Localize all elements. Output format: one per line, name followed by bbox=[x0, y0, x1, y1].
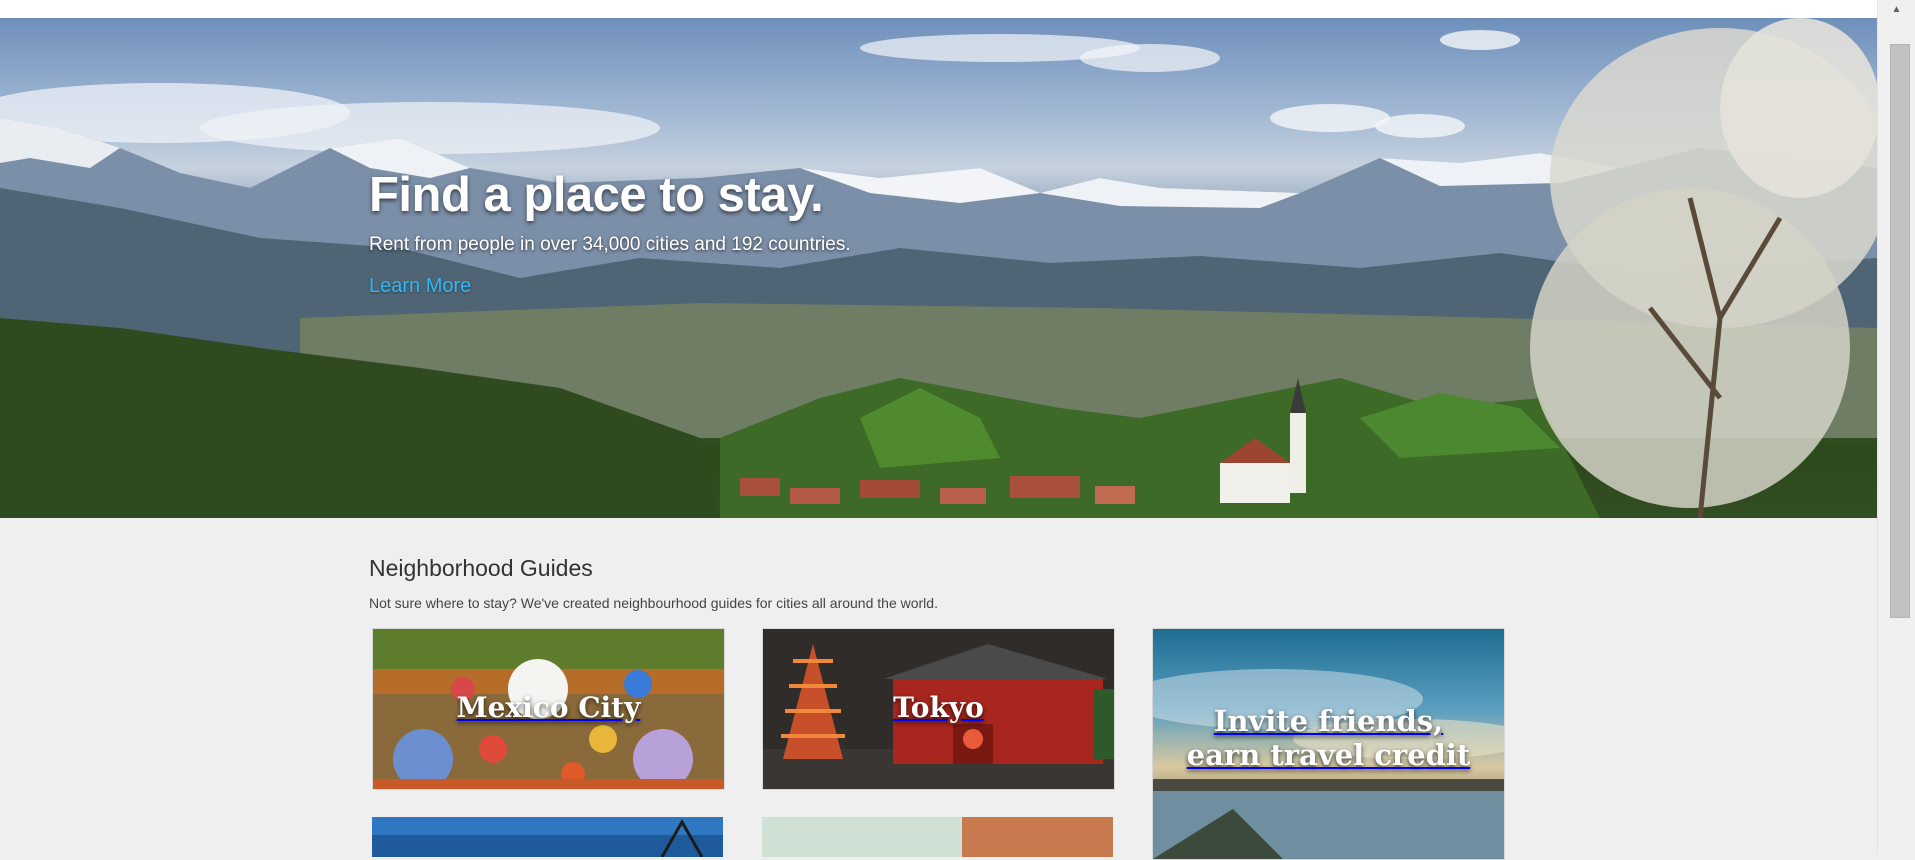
hero-subtitle: Rent from people in over 34,000 cities a… bbox=[369, 234, 851, 255]
guides-heading: Neighborhood Guides bbox=[369, 555, 593, 581]
guide-card-partial-1[interactable] bbox=[372, 817, 723, 857]
guide-card-partial-2[interactable] bbox=[762, 817, 1113, 857]
guide-card-mexico-city[interactable]: Mexico City bbox=[372, 628, 725, 790]
invite-line-1: Invite friends, bbox=[1213, 704, 1444, 738]
card-label-tokyo: Tokyo bbox=[893, 690, 984, 724]
scroll-up-icon[interactable]: ▲ bbox=[1878, 0, 1915, 18]
partial-card-image-2 bbox=[762, 817, 1113, 857]
hero-banner: Find a place to stay. Rent from people i… bbox=[0, 18, 1878, 518]
invite-friends-card[interactable]: Invite friends, earn travel credit bbox=[1152, 628, 1505, 860]
hero-title: Find a place to stay. bbox=[369, 168, 824, 222]
neighborhood-guides-section: Neighborhood Guides Not sure where to st… bbox=[369, 555, 1519, 611]
card-label-mexico-city: Mexico City bbox=[456, 690, 641, 724]
partial-card-image-1 bbox=[372, 817, 723, 857]
invite-line-2: earn travel credit bbox=[1186, 738, 1471, 772]
learn-more-link[interactable]: Learn More bbox=[369, 275, 471, 298]
card-label-invite-friends: Invite friends, earn travel credit bbox=[1187, 704, 1471, 772]
browser-top-strip bbox=[0, 0, 1878, 19]
hero-content: Find a place to stay. Rent from people i… bbox=[369, 166, 1269, 298]
page-scrollbar[interactable]: ▲ bbox=[1877, 0, 1915, 853]
guides-description: Not sure where to stay? We've created ne… bbox=[369, 595, 938, 611]
scroll-thumb[interactable] bbox=[1890, 44, 1910, 618]
guide-card-tokyo[interactable]: Tokyo bbox=[762, 628, 1115, 790]
